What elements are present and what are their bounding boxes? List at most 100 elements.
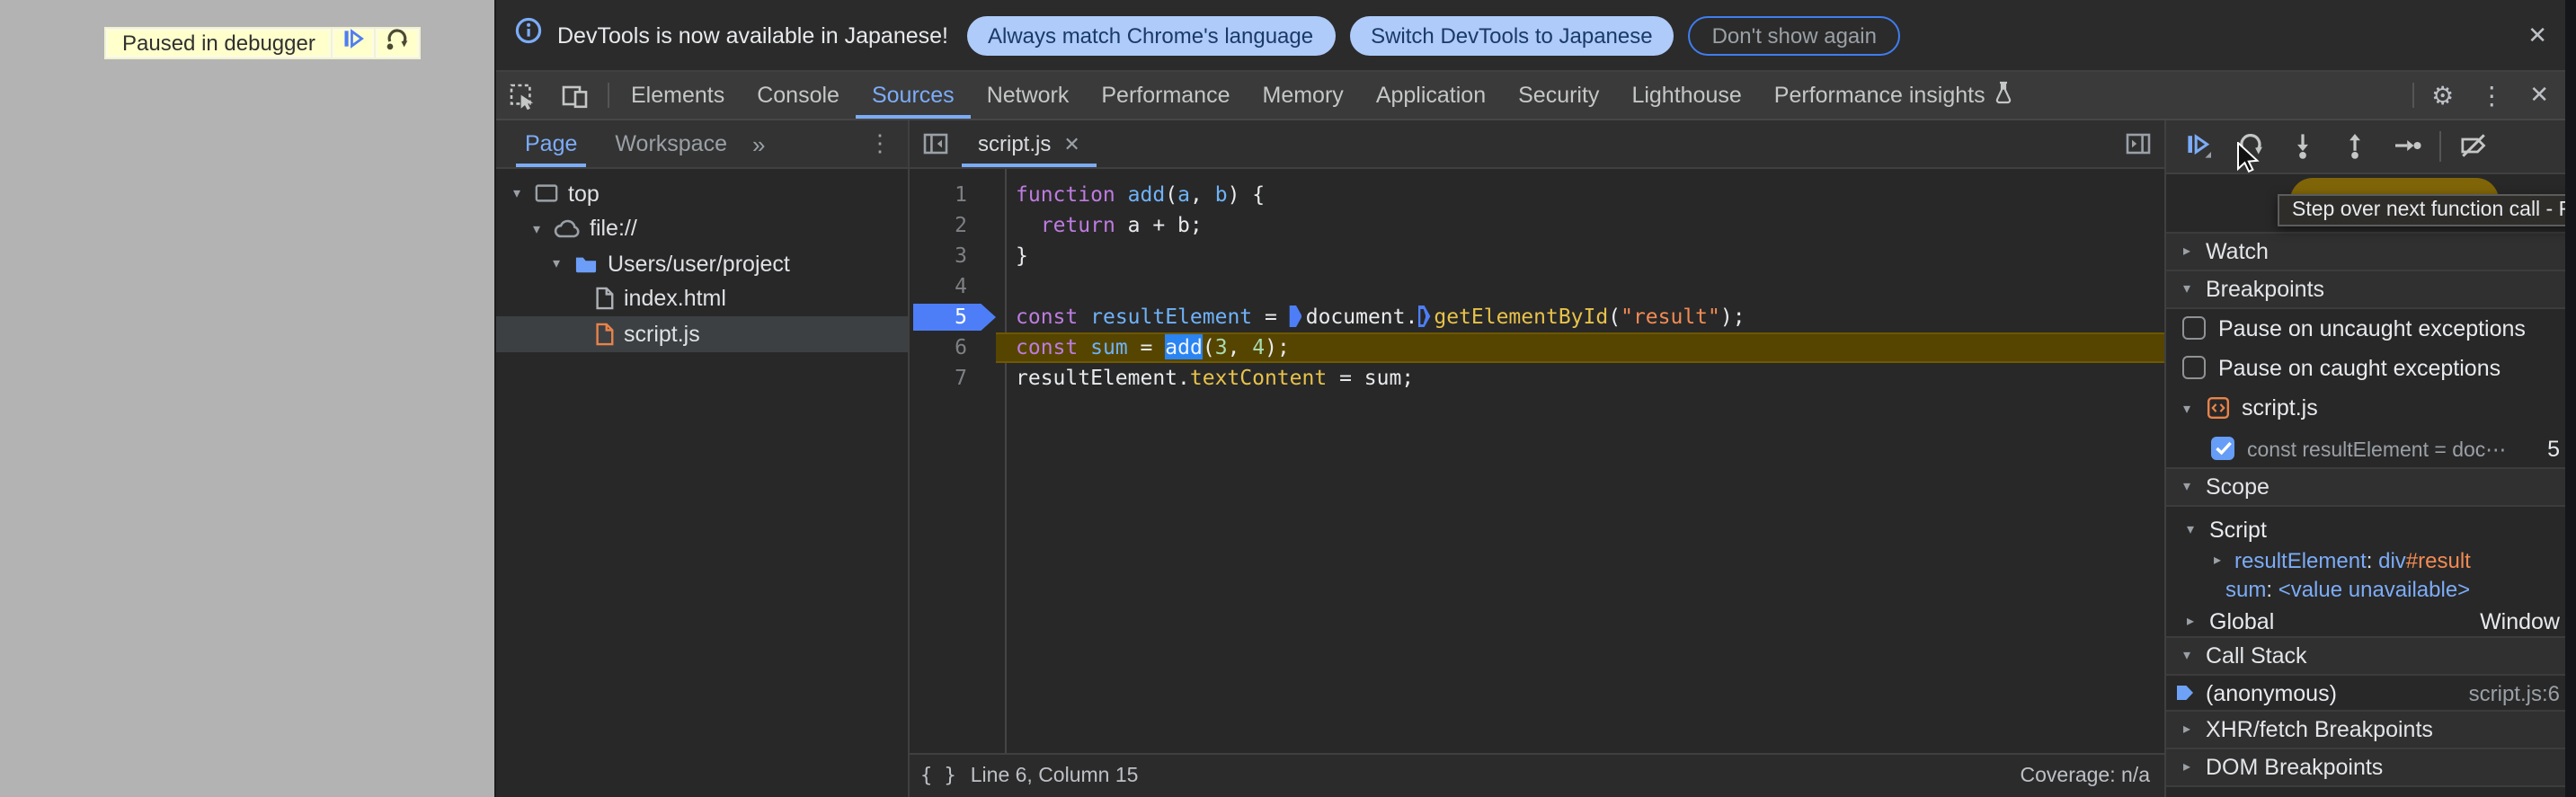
tab-elements[interactable]: Elements: [615, 72, 741, 119]
chevron-right-icon[interactable]: ▸: [2209, 553, 2225, 569]
chevron-right-icon[interactable]: ▸: [2179, 758, 2195, 775]
resume-script-button[interactable]: [331, 27, 377, 59]
tab-sources[interactable]: Sources: [856, 72, 971, 119]
checkbox-row-pause-on-uncaught-exceptions[interactable]: Pause on uncaught exceptions: [2166, 308, 2576, 348]
chevron-down-icon[interactable]: ▾: [509, 186, 525, 202]
code-token: resultElement.: [1016, 365, 1190, 390]
code-line-1[interactable]: function add(a, b) {: [1007, 180, 2164, 210]
pretty-print-icon[interactable]: { }: [920, 765, 956, 788]
step-over-button-overlay[interactable]: [374, 27, 422, 59]
line-number-3[interactable]: 3: [910, 241, 1005, 271]
file-tab-close-icon[interactable]: ✕: [1063, 132, 1079, 155]
checkbox-row-pause-on-caught-exceptions[interactable]: Pause on caught exceptions: [2166, 348, 2576, 387]
line-number-5[interactable]: 5: [910, 302, 1005, 332]
code-line-7[interactable]: resultElement.textContent = sum;: [1007, 363, 2164, 394]
line-number-2[interactable]: 2: [910, 210, 1005, 241]
tab-lighthouse[interactable]: Lighthouse: [1615, 72, 1757, 119]
scope-category-global[interactable]: ▸ Global Window: [2166, 605, 2576, 637]
chevron-down-icon[interactable]: ▾: [2179, 400, 2195, 416]
file-tab-scriptjs[interactable]: script.js ✕: [962, 120, 1097, 167]
navigator-menu-icon[interactable]: ⋮: [852, 120, 908, 167]
settings-gear-icon[interactable]: ⚙: [2419, 72, 2466, 119]
switch-to-japanese-button[interactable]: Switch DevTools to Japanese: [1349, 15, 1674, 55]
chevron-down-icon[interactable]: ▾: [529, 221, 545, 237]
tab-memory[interactable]: Memory: [1247, 72, 1360, 119]
inline-breakpoint-active-icon[interactable]: [1289, 306, 1302, 327]
chevron-down-icon[interactable]: ▾: [2179, 647, 2195, 663]
section-header-scope[interactable]: ▾ Scope: [2166, 466, 2576, 506]
section-header-xhr-fetch-breakpoints[interactable]: ▸ XHR/fetch Breakpoints: [2166, 709, 2576, 748]
tab-performance[interactable]: Performance: [1085, 72, 1246, 119]
section-padding: [2166, 506, 2576, 513]
inline-breakpoint-candidate-icon[interactable]: [1417, 306, 1431, 327]
tab-security[interactable]: Security: [1502, 72, 1615, 119]
tab-network[interactable]: Network: [971, 72, 1086, 119]
resume-button[interactable]: [2179, 127, 2218, 166]
breakpoint-file-group[interactable]: ▾ script.js: [2166, 387, 2576, 429]
line-number-7[interactable]: 7: [910, 363, 1005, 394]
code-area[interactable]: 1234567 function add(a, b) { return a + …: [910, 169, 2164, 753]
code-token: = sum;: [1327, 365, 1415, 390]
scope-variable-resultelement[interactable]: ▸ resultElement: div#result: [2166, 545, 2576, 575]
device-toolbar-icon[interactable]: [548, 72, 602, 119]
code-content[interactable]: function add(a, b) { return a + b;} const…: [996, 169, 2164, 753]
section-header-dom-breakpoints[interactable]: ▸ DOM Breakpoints: [2166, 747, 2576, 786]
always-match-language-button[interactable]: Always match Chrome's language: [966, 15, 1336, 55]
step-out-button[interactable]: [2335, 127, 2375, 166]
frame-icon: [534, 182, 559, 206]
chevron-down-icon[interactable]: ▾: [548, 256, 564, 272]
chevron-right-icon[interactable]: ▸: [2179, 243, 2195, 259]
deactivate-breakpoints-button[interactable]: [2454, 127, 2493, 166]
line-number-gutter[interactable]: 12345 67: [910, 169, 1007, 753]
show-debugger-sidebar-icon[interactable]: [2112, 120, 2164, 167]
line-number-6[interactable]: 6: [910, 332, 1005, 363]
section-header-watch[interactable]: ▸ Watch: [2166, 231, 2576, 270]
code-line-5[interactable]: const resultElement = document. getElemen…: [1007, 302, 2164, 332]
section-header-call-stack[interactable]: ▾ Call Stack: [2166, 635, 2576, 675]
tree-item-script-js[interactable]: script.js: [496, 316, 908, 351]
tab-page[interactable]: Page: [516, 120, 586, 167]
checkbox[interactable]: [2182, 356, 2206, 379]
code-line-3[interactable]: }: [1007, 241, 2164, 271]
toolbar-divider: [608, 83, 609, 108]
inspect-element-icon[interactable]: [496, 72, 548, 119]
frame-function-name: (anonymous): [2206, 680, 2337, 705]
tab-workspace[interactable]: Workspace: [606, 120, 736, 167]
scope-variable-sum[interactable]: sum: <value unavailable>: [2166, 575, 2576, 605]
devtools-close-icon[interactable]: ✕: [2517, 72, 2562, 119]
variable-name: sum: [2225, 577, 2267, 603]
line-number-4[interactable]: 4: [910, 271, 1005, 302]
tab-console[interactable]: Console: [741, 72, 856, 119]
file-tree: ▾ top ▾ file:// ▾ Users/user/project index.htm…: [496, 169, 908, 351]
chevron-right-icon[interactable]: ▸: [2179, 721, 2195, 737]
call-stack-frame[interactable]: (anonymous) script.js:6: [2166, 675, 2576, 711]
infobar-close-icon[interactable]: ✕: [2517, 17, 2558, 53]
tab-application[interactable]: Application: [1360, 72, 1502, 119]
breakpoint-entry[interactable]: const resultElement = doc⋯ 5: [2166, 429, 2576, 468]
code-line-6[interactable]: const sum = add(3, 4);: [996, 332, 2164, 363]
breakpoint-checkbox[interactable]: [2211, 437, 2234, 460]
dont-show-again-button[interactable]: Don't show again: [1688, 15, 1900, 55]
chevron-down-icon[interactable]: ▾: [2182, 521, 2198, 537]
code-line-2[interactable]: return a + b;: [1007, 210, 2164, 241]
tree-item-index-html[interactable]: index.html: [496, 281, 908, 316]
section-header-breakpoints[interactable]: ▾ Breakpoints: [2166, 269, 2576, 308]
chevron-down-icon[interactable]: ▾: [2179, 478, 2195, 494]
line-number-1[interactable]: 1: [910, 180, 1005, 210]
checkbox[interactable]: [2182, 316, 2206, 340]
code-line-4[interactable]: [1007, 271, 2164, 302]
hide-navigator-icon[interactable]: [910, 120, 962, 167]
step-into-button[interactable]: [2283, 127, 2323, 166]
tab-performance-insights[interactable]: Performance insights: [1758, 72, 2030, 119]
tree-item-file-[interactable]: ▾ file://: [496, 211, 908, 246]
chevron-down-icon[interactable]: ▾: [2179, 280, 2195, 297]
tree-item-top[interactable]: ▾ top: [496, 176, 908, 211]
scope-category-script[interactable]: ▾ Script: [2166, 513, 2576, 545]
chevron-right-icon[interactable]: ▸: [2182, 613, 2198, 629]
step-button[interactable]: [2387, 127, 2427, 166]
tree-item-users-user-project[interactable]: ▾ Users/user/project: [496, 246, 908, 281]
overflow-menu-icon[interactable]: ⋮: [2466, 72, 2517, 119]
more-tabs-icon[interactable]: »: [752, 120, 765, 167]
